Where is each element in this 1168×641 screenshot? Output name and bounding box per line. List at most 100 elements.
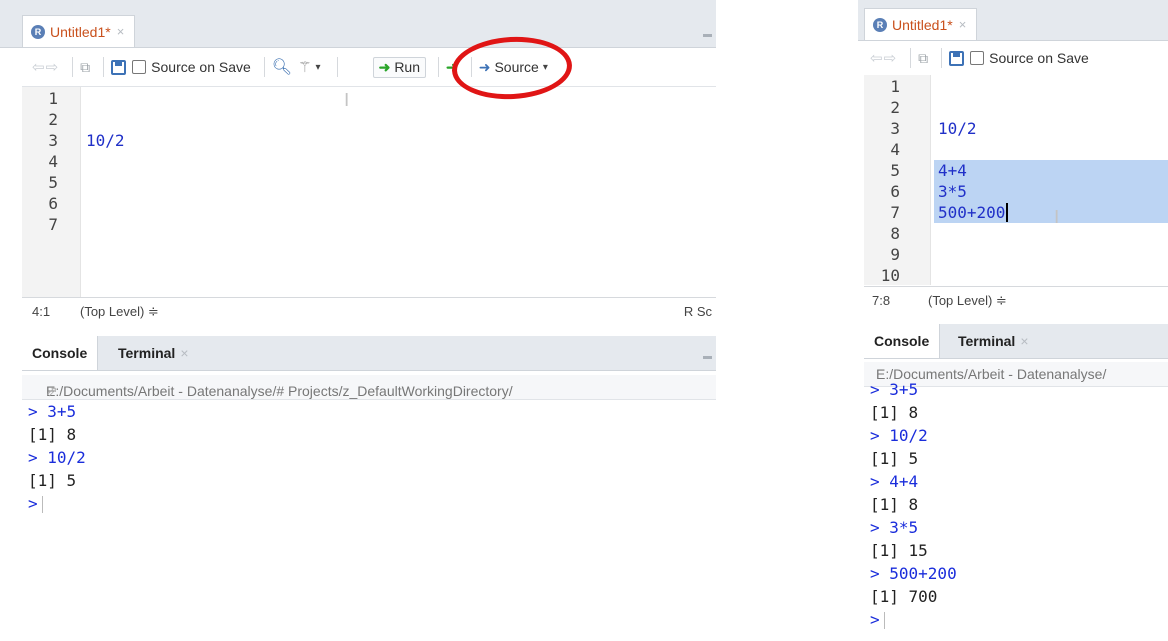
editor-tab-untitled1[interactable]: R Untitled1* × (22, 15, 136, 47)
code-line[interactable]: 3*5 (938, 181, 967, 202)
selection-highlight (934, 160, 1168, 181)
line-number: 6 (48, 194, 58, 213)
console-command-line: > 10/2 (870, 426, 928, 445)
source-on-save-checkbox[interactable]: Source on Save (132, 59, 251, 75)
source-on-save-checkbox[interactable]: Source on Save (970, 50, 1089, 66)
tab-console[interactable]: Console (864, 324, 941, 358)
console-caret (41, 496, 43, 513)
selection-highlight (934, 181, 1168, 202)
editor-statusbar: 4:1 (Top Level) ≑ R Sc (22, 297, 716, 324)
console-command-line: > 500+200 (870, 564, 957, 583)
checkbox-icon (970, 51, 985, 65)
minimize-console-icon[interactable] (703, 356, 712, 359)
line-number: 6 (890, 182, 900, 201)
console-prompt[interactable]: > (28, 493, 43, 515)
line-number: 4 (890, 140, 900, 159)
console-output[interactable]: > 3+5 [1] 8 > 10/2 [1] 5 > 4+4 [1] 8 > 3*5 [1] … (864, 380, 1168, 641)
console-command-line: > 4+4 (870, 472, 919, 491)
console-prompt[interactable]: > (870, 609, 885, 631)
tab-console[interactable]: Console (22, 336, 99, 370)
code-line[interactable]: 500+200 (938, 202, 1005, 223)
line-number: 8 (890, 224, 900, 243)
scope-selector[interactable]: (Top Level) ≑ (928, 293, 1007, 309)
line-number: 1 (48, 89, 58, 108)
editor-toolbar: ⇦ ⇨ ⧉ Source on Save (864, 41, 1168, 76)
line-number: 9 (890, 245, 900, 264)
editor-tab-untitled1[interactable]: R Untitled1* × (864, 8, 978, 40)
line-number: 5 (890, 161, 900, 180)
back-arrow-icon[interactable]: ⇦ (870, 49, 883, 67)
console-output-line: [1] 5 (28, 471, 77, 490)
save-icon[interactable] (949, 50, 965, 66)
editor-tab-title: Untitled1* (50, 23, 111, 40)
working-directory-path: E:/Documents/Arbeit - Datenanalyse/# Pro… (22, 375, 716, 400)
line-number: 3 (48, 131, 58, 150)
line-number: 7 (48, 215, 58, 234)
line-number: 10 (880, 266, 900, 285)
cursor-position: 7:8 (872, 293, 891, 308)
line-number: 1 (890, 77, 900, 96)
rstudio-right-window: R Untitled1* × ⇦ ⇨ ⧉ Source on Save 1231… (858, 0, 1168, 641)
tab-terminal[interactable]: Terminal × (108, 336, 199, 370)
console-output-line: [1] 8 (28, 425, 77, 444)
console-tabbar: Console Terminal × (864, 324, 1168, 359)
save-icon[interactable] (111, 59, 127, 75)
file-type[interactable]: R Sc (684, 304, 712, 319)
console-command-line: > 3+5 (870, 380, 919, 399)
code-tools-wand-icon[interactable]: ⚚ ▾ (298, 58, 320, 76)
editor-toolbar: ⇦ ⇨ ⧉ Source on Save 🔍︎ ⚚ ▾ ➜ Run ➜ ➜ Sou… (22, 48, 716, 87)
console-output-line: [1] 700 (870, 587, 938, 606)
editor-statusbar: 7:8 (Top Level) ≑ (864, 286, 1168, 313)
search-icon[interactable]: 🔍︎ (272, 57, 292, 77)
line-number: 2 (890, 98, 900, 117)
console-tabbar: Console Terminal × (22, 336, 716, 371)
close-tab-icon[interactable]: × (117, 24, 125, 39)
console-output-line: [1] 8 (870, 403, 919, 422)
console-output[interactable]: > 3+5 [1] 8 > 10/2 [1] 5 > (22, 401, 716, 641)
editor-tab-title: Untitled1* (892, 16, 953, 33)
show-in-window-icon[interactable]: ⧉ (918, 50, 928, 67)
line-number: 3 (890, 119, 900, 138)
console-caret (883, 612, 885, 629)
text-cursor-icon: I (1054, 207, 1060, 228)
minimize-pane-icon[interactable] (703, 34, 712, 37)
goto-directory-icon[interactable]: ⇗ (46, 383, 58, 399)
close-terminal-icon[interactable]: × (1020, 333, 1028, 349)
line-number: 2 (48, 110, 58, 129)
console-command-line: > 10/2 (28, 448, 86, 467)
close-terminal-icon[interactable]: × (180, 345, 188, 361)
console-output-line: [1] 5 (870, 449, 919, 468)
code-editor[interactable]: 1 2 3 10/2 4 5 4+4 6 3*5 7 500+200 8 9 10 I (864, 75, 1168, 285)
forward-arrow-icon[interactable]: ⇨ (46, 58, 59, 76)
r-document-icon: R (873, 17, 887, 32)
checkbox-icon (132, 60, 147, 74)
close-tab-icon[interactable]: × (959, 17, 967, 32)
run-label: Run (394, 59, 420, 75)
r-document-icon: R (31, 24, 45, 39)
tab-terminal[interactable]: Terminal × (948, 324, 1039, 358)
line-number: 5 (48, 173, 58, 192)
editor-tabbar: R Untitled1* × (0, 0, 716, 48)
scope-selector[interactable]: (Top Level) ≑ (80, 304, 159, 320)
show-in-window-icon[interactable]: ⧉ (80, 59, 90, 76)
console-output-line: [1] 8 (870, 495, 919, 514)
back-arrow-icon[interactable]: ⇦ (32, 58, 45, 76)
run-button[interactable]: ➜ Run (372, 56, 426, 78)
forward-arrow-icon[interactable]: ⇨ (884, 49, 897, 67)
rstudio-left-window: R Untitled1* × ⇦ ⇨ ⧉ Source on Save 🔍︎ ⚚… (0, 0, 716, 641)
line-number: 7 (890, 203, 900, 222)
code-editor[interactable]: 1 2 3 10/2 4 5 6 7 I (22, 87, 716, 297)
console-command-line: > 3+5 (28, 402, 77, 421)
code-line[interactable]: 4+4 (938, 160, 967, 181)
run-arrow-icon: ➜ (378, 58, 391, 75)
console-command-line: > 3*5 (870, 518, 919, 537)
text-cursor-icon: I (344, 90, 350, 111)
text-caret (1005, 203, 1008, 222)
cursor-position: 4:1 (32, 304, 51, 319)
editor-tabbar: R Untitled1* × (858, 0, 1168, 41)
source-on-save-label: Source on Save (989, 50, 1089, 66)
line-number: 4 (48, 152, 58, 171)
source-on-save-label: Source on Save (151, 59, 251, 75)
code-line[interactable]: 10/2 (86, 130, 125, 151)
code-line[interactable]: 10/2 (938, 118, 977, 139)
